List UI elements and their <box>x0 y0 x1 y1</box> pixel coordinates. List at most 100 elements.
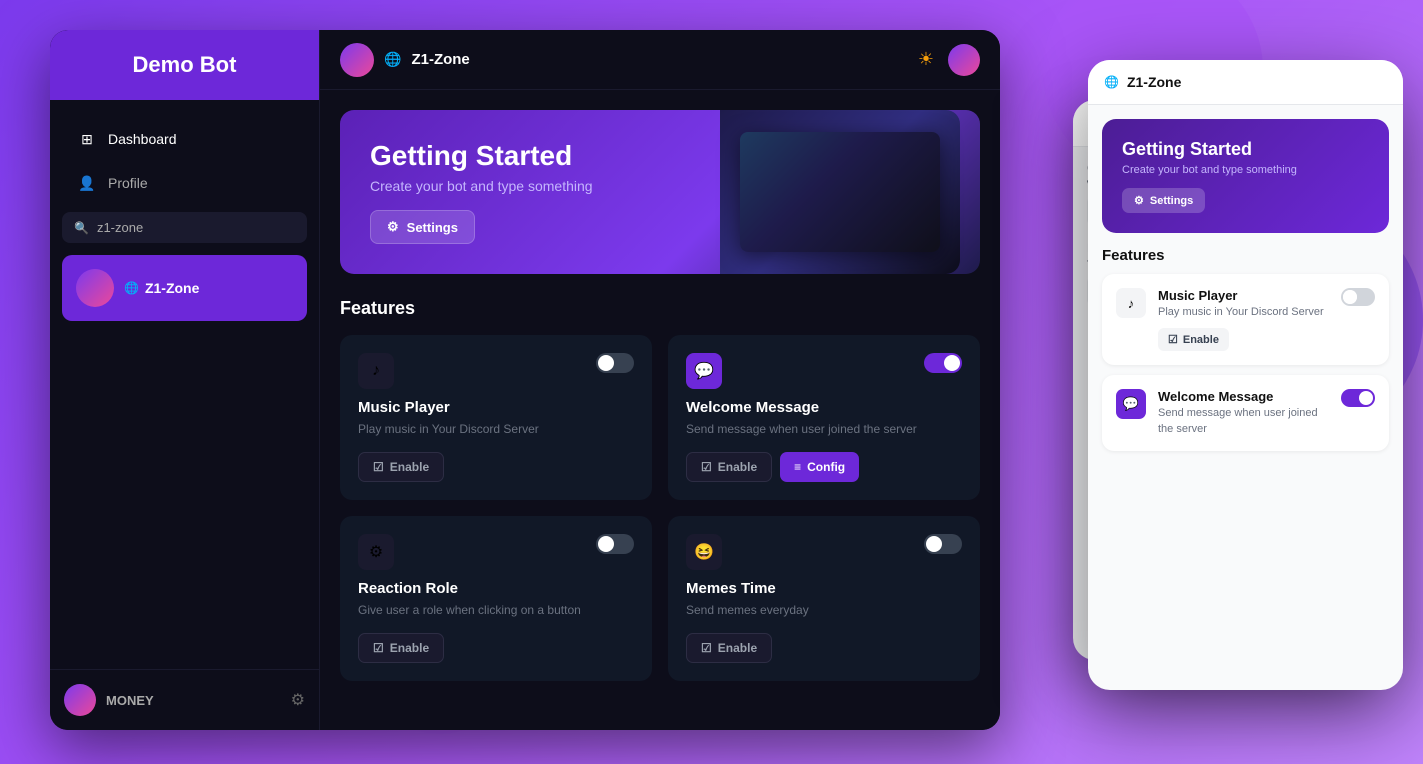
search-input[interactable] <box>97 220 295 235</box>
grid-icon: ⊞ <box>78 130 96 148</box>
mobile-message-desc: The me... <box>1087 259 1359 271</box>
mobile-settings-label: Settings <box>1150 195 1193 207</box>
mobile-music-desc: Play music in Your Discord Server <box>1158 305 1329 320</box>
music-icon-wrap: ♪ <box>358 353 394 389</box>
sidebar-logo: Demo Bot <box>50 30 319 100</box>
getting-started-banner: Getting Started Create your bot and type… <box>340 110 980 274</box>
mobile-front-globe-icon: 🌐 <box>1104 75 1119 89</box>
enable-icon: ☑ <box>373 460 384 474</box>
mobile-front-server-name: Z1-Zone <box>1127 74 1181 90</box>
enable-icon-reaction: ☑ <box>373 641 384 655</box>
welcome-message-footer: ☑ Enable ≡ Config <box>686 452 962 482</box>
main-content: 🌐 Z1-Zone ☀ Getting Started Create your … <box>320 30 1000 730</box>
sidebar-item-profile[interactable]: 👤 Profile <box>58 162 311 204</box>
app-container: Demo Bot ⊞ Dashboard 👤 Profile 🔍 🌐 <box>50 30 1000 730</box>
feature-header: ♪ <box>358 353 634 389</box>
welcome-enable-btn[interactable]: ☑ Enable <box>686 452 772 482</box>
reaction-enable-btn[interactable]: ☑ Enable <box>358 633 444 663</box>
mobile-music-icon: ♪ <box>1116 288 1146 318</box>
globe-icon: 🌐 <box>124 281 139 295</box>
toggle-knob <box>1343 290 1357 304</box>
enable-icon-memes: ☑ <box>701 641 712 655</box>
reaction-role-desc: Give user a role when clicking on a butt… <box>358 601 634 619</box>
music-player-toggle[interactable] <box>596 353 634 373</box>
welcome-message-desc: Send message when user joined the server <box>686 420 962 438</box>
sidebar-bottom: MONEY ⚙ <box>50 669 319 730</box>
sidebar-nav: ⊞ Dashboard 👤 Profile 🔍 🌐 Z1-Zone <box>50 100 319 669</box>
mobile-music-name: Music Player <box>1158 288 1329 303</box>
mobile-music-toggle[interactable] <box>1341 288 1375 306</box>
music-player-enable-btn[interactable]: ☑ Enable <box>358 452 444 482</box>
reaction-role-toggle[interactable] <box>596 534 634 554</box>
mobile-welcome-name: Welcome Message <box>1158 389 1329 404</box>
settings-button[interactable]: ⚙ Settings <box>370 210 475 244</box>
mobile-back-content: Chann... Where... Selec... Messa... The … <box>1073 147 1373 321</box>
decorative-circle-2 <box>1163 80 1343 260</box>
mobile-features-title: Features <box>1088 247 1403 264</box>
mobile-feature-item-welcome: 💬 Welcome Message Send message when user… <box>1102 375 1389 451</box>
reaction-role-name: Reaction Role <box>358 580 634 597</box>
enable-label-reaction: Enable <box>390 641 429 655</box>
mobile-overlay: ‹ 🌐 Z1-Zone Chann... Where... Selec... M… <box>1023 60 1403 760</box>
mobile-channel-select[interactable]: Selec... <box>1087 195 1359 227</box>
mobile-settings-btn[interactable]: ⚙ Settings <box>1122 188 1205 213</box>
mobile-globe-icon: 🌐 <box>1102 116 1117 130</box>
mobile-card-front: 🌐 Z1-Zone Getting Started Create your bo… <box>1088 60 1403 690</box>
user-avatar <box>64 684 96 716</box>
mobile-welcome-toggle[interactable] <box>1341 389 1375 407</box>
mobile-channel-label: Chann... <box>1087 161 1359 175</box>
sun-icon[interactable]: ☀ <box>918 49 934 70</box>
feature-card-reaction-role: ⚙ Reaction Role Give user a role when cl… <box>340 516 652 681</box>
memes-time-name: Memes Time <box>686 580 962 597</box>
mobile-message-input[interactable]: Type... <box>1087 275 1359 307</box>
sidebar-item-label-dashboard: Dashboard <box>108 131 177 147</box>
toggle-knob-on <box>1359 391 1373 405</box>
server-avatar-img <box>76 269 114 307</box>
memes-time-toggle[interactable] <box>924 534 962 554</box>
gear-icon[interactable]: ⚙ <box>291 690 305 710</box>
user-icon: 👤 <box>78 174 96 192</box>
music-player-desc: Play music in Your Discord Server <box>358 420 634 438</box>
mobile-feature-item-music: ♪ Music Player Play music in Your Discor… <box>1102 274 1389 365</box>
server-avatar <box>76 269 114 307</box>
mobile-welcome-desc: Send message when user joined the server <box>1158 406 1329 437</box>
app-title: Demo Bot <box>133 52 237 77</box>
mobile-front-banner: Getting Started Create your bot and type… <box>1102 119 1389 233</box>
memes-time-desc: Send memes everyday <box>686 601 962 619</box>
sidebar-item-dashboard[interactable]: ⊞ Dashboard <box>58 118 311 160</box>
message-icon-wrap: 💬 <box>686 353 722 389</box>
mobile-music-enable-btn[interactable]: ☑ Enable <box>1158 328 1229 351</box>
mobile-settings-icon: ⚙ <box>1134 194 1144 207</box>
mobile-welcome-icon: 💬 <box>1116 389 1146 419</box>
topbar-user-avatar[interactable] <box>948 44 980 76</box>
music-icon: ♪ <box>372 362 380 380</box>
content-area: Getting Started Create your bot and type… <box>320 90 1000 730</box>
sidebar-item-label-profile: Profile <box>108 175 148 191</box>
server-name: 🌐 Z1-Zone <box>124 280 199 296</box>
mobile-back-icon: ‹ <box>1089 114 1094 132</box>
feature-header-memes: 😆 <box>686 534 962 570</box>
memes-enable-btn[interactable]: ☑ Enable <box>686 633 772 663</box>
sidebar: Demo Bot ⊞ Dashboard 👤 Profile 🔍 🌐 <box>50 30 320 730</box>
enable-icon-welcome: ☑ <box>701 460 712 474</box>
reaction-role-footer: ☑ Enable <box>358 633 634 663</box>
mobile-enable-icon: ☑ <box>1168 333 1178 346</box>
mobile-welcome-info: Welcome Message Send message when user j… <box>1158 389 1329 437</box>
enable-label: Enable <box>390 460 429 474</box>
enable-label-welcome: Enable <box>718 460 757 474</box>
mobile-enable-label: Enable <box>1183 334 1219 346</box>
server-card[interactable]: 🌐 Z1-Zone <box>62 255 307 321</box>
feature-card-welcome-message: 💬 Welcome Message Send message when user… <box>668 335 980 500</box>
welcome-message-toggle[interactable] <box>924 353 962 373</box>
search-bar[interactable]: 🔍 <box>62 212 307 243</box>
music-player-name: Music Player <box>358 399 634 416</box>
config-icon: ≡ <box>794 460 801 474</box>
message-icon: 💬 <box>694 361 714 381</box>
topbar-right: ☀ <box>918 44 980 76</box>
reaction-icon: ⚙ <box>369 542 383 562</box>
memes-time-footer: ☑ Enable <box>686 633 962 663</box>
features-grid: ♪ Music Player Play music in Your Discor… <box>340 335 980 681</box>
welcome-message-name: Welcome Message <box>686 399 962 416</box>
mobile-back-topbar: ‹ 🌐 Z1-Zone <box>1073 100 1373 147</box>
welcome-config-btn[interactable]: ≡ Config <box>780 452 859 482</box>
